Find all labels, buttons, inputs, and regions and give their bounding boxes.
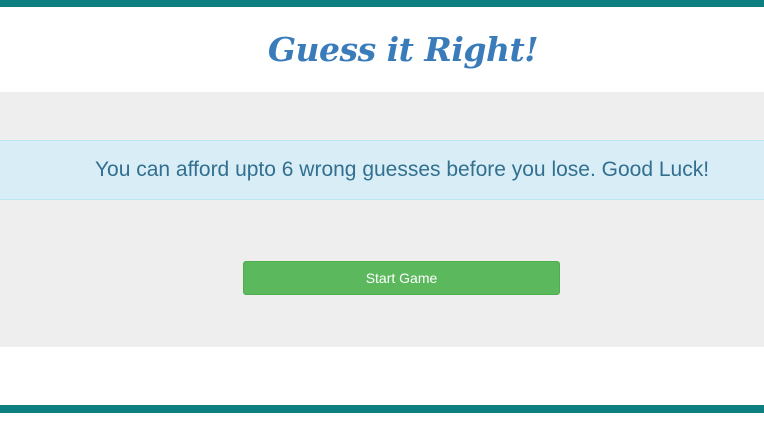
bottom-accent-bar	[0, 405, 764, 413]
top-accent-bar	[0, 0, 764, 7]
info-alert: You can afford upto 6 wrong guesses befo…	[0, 140, 764, 200]
start-game-button[interactable]: Start Game	[243, 261, 560, 295]
page-title: Guess it Right!	[267, 30, 539, 69]
game-panel: You can afford upto 6 wrong guesses befo…	[0, 92, 764, 347]
alert-message: You can afford upto 6 wrong guesses befo…	[94, 158, 710, 181]
page-header: Guess it Right!	[0, 7, 764, 92]
